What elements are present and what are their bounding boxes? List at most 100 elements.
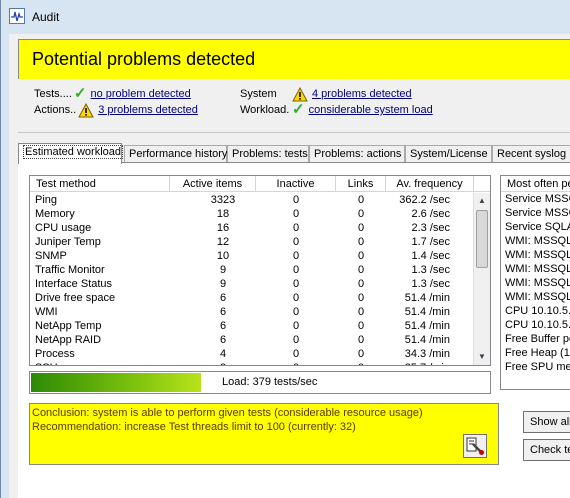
table-cell: 0 [357,222,365,234]
scroll-down-icon[interactable]: ▼ [474,349,490,365]
table-row[interactable]: Ping 3323 0 0 362.2 /sec [30,193,474,207]
table-row[interactable]: Drive free space 6 0 0 51.4 /min [30,291,474,305]
table-cell: 0 [292,236,300,248]
col-links[interactable]: Links [336,176,386,192]
table-cell: 0 [292,194,300,206]
list-item[interactable]: Free Buffer pool [501,332,570,346]
col-active-items[interactable]: Active items [170,176,256,192]
warning-icon [78,102,95,117]
summary-system: System 4 problems detected [240,86,412,102]
tab-recent-syslog[interactable]: Recent syslog [492,145,570,163]
table-cell: 18 [216,208,230,220]
list-item[interactable]: Service SQLAgent [501,220,570,234]
table-cell: 12 [216,236,230,248]
summary-actions: Actions.. 3 problems detected [34,102,198,118]
recommendation-text: Recommendation: increase Test threads li… [32,421,356,433]
tab-label: Estimated workload [23,145,123,159]
tab-system-license[interactable]: System/License [405,145,492,163]
table-row[interactable]: NetApp Temp 6 0 0 51.4 /min [30,319,474,333]
table-cell: 0 [292,250,300,262]
tools-icon [466,437,484,455]
conclusion-box: Conclusion: system is able to perform gi… [29,403,499,465]
table-cell: 0 [292,306,300,318]
actions-link[interactable]: 3 problems detected [98,104,198,116]
table-cell: 6 [219,306,227,318]
client-area: Potential problems detected Tests.... ✓ … [9,34,570,498]
workload-table[interactable]: Test method Active items Inactive Links … [29,175,491,366]
col-test-method[interactable]: Test method [30,176,170,192]
table-cell: 0 [292,292,300,304]
table-cell: 6 [219,292,227,304]
table-cell: Traffic Monitor [35,264,105,276]
table-cell: 0 [357,236,365,248]
tests-link[interactable]: no problem detected [90,88,190,100]
table-row[interactable]: Interface Status 9 0 0 1.3 /sec [30,277,474,291]
table-row[interactable]: WMI 6 0 0 51.4 /min [30,305,474,319]
load-text: Load: 379 tests/sec [222,376,318,388]
table-cell: 0 [357,320,365,332]
tab-problems-actions[interactable]: Problems: actions [309,145,405,163]
col-inactive[interactable]: Inactive [256,176,336,192]
table-cell: 1.7 /sec [411,236,450,248]
table-cell: Memory [35,208,75,220]
table-row[interactable]: SSH30025.7 /min [30,361,474,365]
table-cell: 9 [219,264,227,276]
table-cell: 4 [219,348,227,360]
table-cell: 25.7 /min [386,361,468,365]
table-cell: 1.3 /sec [411,278,450,290]
tab-performance-history[interactable]: Performance history [124,145,227,163]
warning-icon [292,86,308,101]
most-often-list[interactable]: Most often performed Service MSSQLSERVER… [500,175,570,390]
table-cell: 6 [219,320,227,332]
list-item[interactable]: WMI: MSSQL [501,248,570,262]
show-all-tests-button[interactable]: Show all tests [523,411,570,433]
list-item[interactable]: Free SPU mem [501,360,570,374]
window-title: Audit [32,10,60,24]
table-cell: 51.4 /min [404,334,450,346]
table-row[interactable]: Memory 18 0 0 2.6 /sec [30,207,474,221]
scroll-thumb[interactable] [476,210,488,268]
load-bar: Load: 379 tests/sec [29,371,491,394]
system-label: System [240,88,277,100]
table-cell: 1.4 /sec [411,250,450,262]
table-cell: 0 [292,208,300,220]
table-row[interactable]: Juniper Temp 12 0 0 1.7 /sec [30,235,474,249]
list-item[interactable]: Service MSSQLSERVER [501,192,570,206]
tab-problems-tests[interactable]: Problems: tests [227,145,309,163]
list-item[interactable]: CPU 10.10.5. [501,304,570,318]
list-item[interactable]: WMI: MSSQL [501,290,570,304]
workload-link[interactable]: considerable system load [309,104,433,116]
list-item[interactable]: WMI: MSSQL [501,234,570,248]
settings-tool-button[interactable] [463,434,487,458]
list-item[interactable]: Free Heap (10 [501,346,570,360]
check-icon: ✓ [73,85,87,102]
most-often-header[interactable]: Most often performed [501,176,570,192]
table-row[interactable]: Traffic Monitor 9 0 0 1.3 /sec [30,263,474,277]
list-item[interactable]: WMI: MSSQL [501,262,570,276]
system-link[interactable]: 4 problems detected [312,88,412,100]
check-tests-button[interactable]: Check tests [523,439,570,461]
table-row[interactable]: CPU usage 16 0 0 2.3 /sec [30,221,474,235]
list-item[interactable]: CPU 10.10.5. [501,318,570,332]
table-header: Test method Active items Inactive Links … [30,176,490,192]
table-cell: 362.2 /sec [399,194,450,206]
table-cell: Drive free space [35,292,116,304]
tab-estimated-workload[interactable]: Estimated workload [18,143,123,164]
table-row[interactable]: Process 4 0 0 34.3 /min [30,347,474,361]
table-scrollbar[interactable]: ▲ ▼ [473,193,490,365]
table-cell: 0 [292,278,300,290]
divider [18,132,570,133]
list-item[interactable]: Service MSSQLSERVER [501,206,570,220]
table-row[interactable]: SNMP 10 0 0 1.4 /sec [30,249,474,263]
table-cell: 0 [357,264,365,276]
scroll-up-icon[interactable]: ▲ [474,193,490,209]
table-cell: 0 [336,361,386,365]
table-cell: 0 [357,194,365,206]
table-body: Ping 3323 0 0 362.2 /sec Memory 18 0 0 2.6 /sec CP… [30,193,474,365]
list-item[interactable]: WMI: MSSQL [501,276,570,290]
table-cell: SSH [30,361,170,365]
table-cell: 0 [256,361,336,365]
table-row[interactable]: NetApp RAID 6 0 0 51.4 /min [30,333,474,347]
table-cell: 1.3 /sec [411,264,450,276]
col-av-frequency[interactable]: Av. frequency [386,176,474,192]
